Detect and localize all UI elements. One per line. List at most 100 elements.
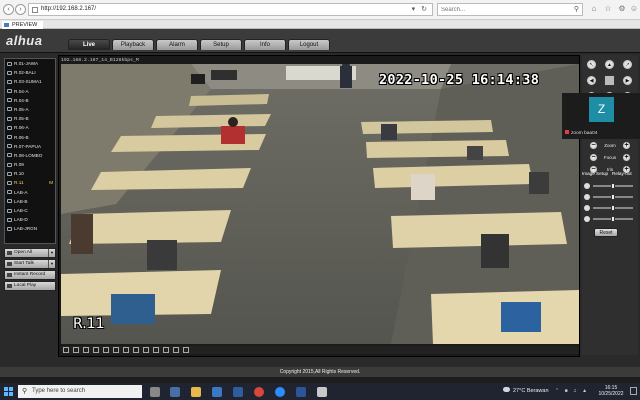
layout-25-icon[interactable] <box>113 347 119 353</box>
channel-item[interactable]: R.04-A <box>5 87 55 96</box>
chevron-down-icon[interactable]: ▼ <box>48 249 55 257</box>
tab-playback[interactable]: Playback <box>112 39 154 50</box>
system-tray[interactable]: ⌃ ■ ♫ ▲ <box>555 388 589 394</box>
forward-button[interactable]: › <box>15 4 26 15</box>
layout-1-icon[interactable] <box>73 347 79 353</box>
store-icon[interactable] <box>233 387 243 397</box>
camera-view[interactable]: 2022-10-25 16:14:38 R.11 <box>61 64 579 344</box>
ptz-up-right-icon[interactable]: ↗ <box>622 59 633 70</box>
settings-icon[interactable] <box>173 347 179 353</box>
tab-logout[interactable]: Logout <box>288 39 330 50</box>
ptz-up-icon[interactable]: ▲ <box>604 59 615 70</box>
contrast-slider[interactable] <box>584 193 636 201</box>
tab-relay-out[interactable]: Relay-out <box>612 171 632 176</box>
contrast-knob[interactable] <box>611 194 615 200</box>
channel-item[interactable]: R.02-BALI <box>5 68 55 77</box>
reset-button[interactable]: Reset <box>594 228 618 237</box>
saturation-slider[interactable] <box>584 204 636 212</box>
channel-item[interactable]: R.05-B <box>5 114 55 123</box>
app-icon[interactable] <box>317 387 327 397</box>
ptz-up-left-icon[interactable]: ↖ <box>586 59 597 70</box>
layout-4-icon[interactable] <box>83 347 89 353</box>
saturation-knob[interactable] <box>611 205 615 211</box>
zoom-icon[interactable] <box>153 347 159 353</box>
channel-item[interactable]: R.09 <box>5 160 55 169</box>
address-bar[interactable]: http://192.168.2.167/ ▾ ↻ <box>28 3 433 16</box>
layout-16-icon[interactable] <box>103 347 109 353</box>
smiley-icon[interactable]: ☺ <box>628 3 640 15</box>
task-view-icon[interactable] <box>150 387 160 397</box>
channel-item[interactable]: R.11 M <box>5 178 55 187</box>
search-icon[interactable]: ⚲ <box>574 5 579 13</box>
taskbar-clock[interactable]: 16:15 10/25/2022 <box>594 385 628 397</box>
camera-icon <box>7 226 12 231</box>
home-icon[interactable]: ⌂ <box>588 3 600 15</box>
zoom-out-button[interactable]: − <box>589 141 598 150</box>
tab-setup[interactable]: Setup <box>200 39 242 50</box>
gear-icon[interactable]: ⚙ <box>616 3 628 15</box>
channel-label: R.09 <box>14 162 24 168</box>
channel-item[interactable]: R.08-LOMBO <box>5 151 55 160</box>
refresh-icon[interactable]: ▾ ↻ <box>412 5 429 13</box>
snapshot-icon[interactable] <box>133 347 139 353</box>
ptz-center-icon[interactable] <box>604 75 615 86</box>
audio-icon[interactable] <box>163 347 169 353</box>
zoom-in-button[interactable]: + <box>622 141 631 150</box>
channel-label: R.10 <box>14 171 24 177</box>
close-all-icon[interactable] <box>183 347 189 353</box>
channel-item[interactable]: R.01-JAWA <box>5 59 55 68</box>
layout-36-icon[interactable] <box>123 347 129 353</box>
tab-alarm[interactable]: Alarm <box>156 39 198 50</box>
hue-knob[interactable] <box>611 216 615 222</box>
ptz-right-icon[interactable]: ▶ <box>622 75 633 86</box>
brightness-slider[interactable] <box>584 182 636 190</box>
fullscreen-icon[interactable] <box>63 347 69 353</box>
file-explorer-icon[interactable] <box>191 387 201 397</box>
channel-item[interactable]: R.05-A <box>5 105 55 114</box>
notification-icon[interactable] <box>630 387 637 395</box>
channel-item[interactable]: LAB-JRGN <box>5 224 55 233</box>
mail-icon[interactable] <box>212 387 222 397</box>
channel-item[interactable]: LAB-C <box>5 206 55 215</box>
weather-widget[interactable]: 27°C Berawan <box>503 387 549 394</box>
chrome-icon[interactable] <box>254 387 264 397</box>
channel-item[interactable]: LAB-B <box>5 197 55 206</box>
logo: alhua <box>6 33 43 48</box>
hue-slider[interactable] <box>584 215 636 223</box>
chevron-down-icon[interactable]: ▼ <box>48 260 55 268</box>
channel-item[interactable]: R.03-SUMA1 <box>5 77 55 86</box>
tab-live[interactable]: Live <box>68 39 110 50</box>
local-play-button[interactable]: Local Play <box>4 281 56 291</box>
channel-item[interactable]: LAB-D <box>5 215 55 224</box>
tab-image-setup[interactable]: Image Setup <box>582 171 608 176</box>
favorites-icon[interactable]: ☆ <box>602 3 614 15</box>
widgets-icon[interactable] <box>170 387 180 397</box>
channel-item[interactable]: R.04-B <box>5 96 55 105</box>
browser-tab[interactable]: PREVIEW <box>2 21 44 29</box>
record-icon[interactable] <box>143 347 149 353</box>
channel-item[interactable]: R.06-B <box>5 133 55 142</box>
channel-item[interactable]: R.10 <box>5 169 55 178</box>
channel-label: R.01-JAWA <box>14 61 39 66</box>
channel-item[interactable]: R.06-A <box>5 123 55 132</box>
word-icon[interactable] <box>296 387 306 397</box>
start-talk-button[interactable]: Start Talk ▼ <box>4 259 56 269</box>
page-icon <box>32 7 38 13</box>
brightness-knob[interactable] <box>611 183 615 189</box>
channel-item[interactable]: LAB-A <box>5 188 55 197</box>
channel-item[interactable]: R.07-PAPUA <box>5 142 55 151</box>
back-button[interactable]: ‹ <box>3 4 14 15</box>
zoom-app-icon[interactable] <box>275 387 285 397</box>
focus-in-button[interactable]: + <box>622 153 631 162</box>
zoom-video-overlay[interactable]: Z zoom baa04 <box>562 93 640 139</box>
instant-record-button[interactable]: Instant Record <box>4 270 56 280</box>
open-all-button[interactable]: Open All ▼ <box>4 248 56 258</box>
ptz-left-icon[interactable]: ◀ <box>586 75 597 86</box>
layout-9-icon[interactable] <box>93 347 99 353</box>
windows-start-icon[interactable] <box>4 387 13 396</box>
focus-out-button[interactable]: − <box>589 153 598 162</box>
taskbar-search[interactable]: ⚲ Type here to search <box>18 385 142 398</box>
browser-search[interactable]: ⚲ <box>437 3 583 16</box>
browser-search-input[interactable] <box>441 5 566 15</box>
tab-info[interactable]: Info <box>244 39 286 50</box>
